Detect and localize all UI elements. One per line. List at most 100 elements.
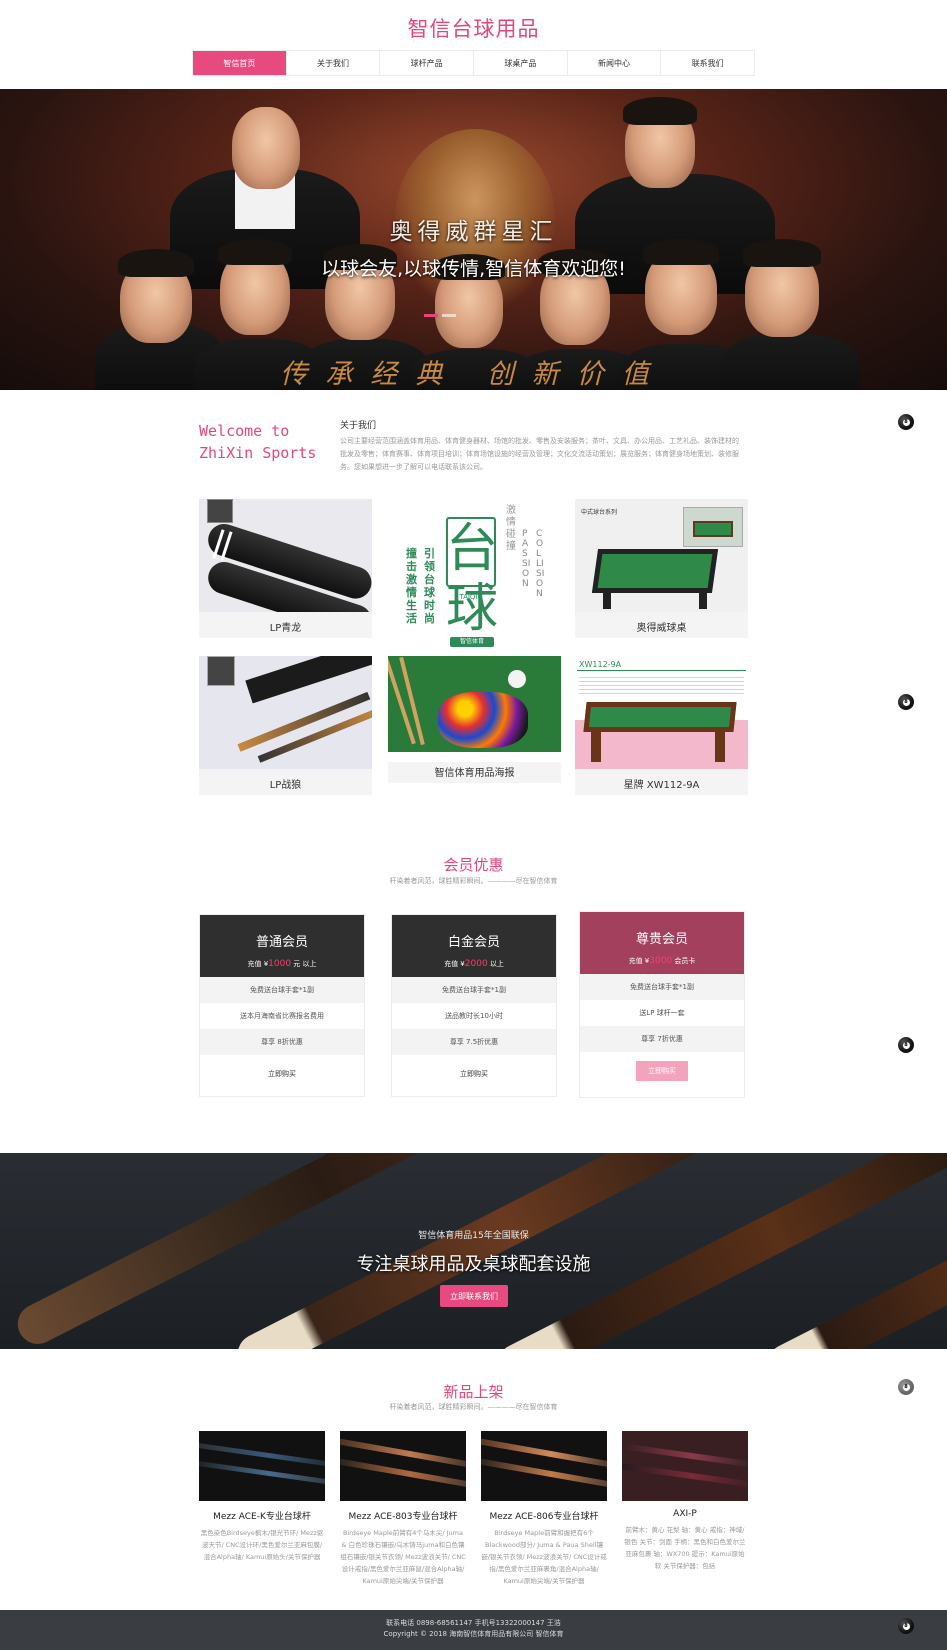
product-card[interactable]: 中式球台系列 奥得威球桌 [575, 499, 748, 638]
poster-en1: PASSION [522, 529, 531, 589]
product-card[interactable]: LP战狼 [199, 656, 372, 795]
new-product-card[interactable]: Mezz ACE-K专业台球杆 黑色染色Birdseye枫木/银光节环/ Mez… [199, 1431, 325, 1563]
new-product-card[interactable]: AXI-P 前臂木：黄心 花梨 轴：黄心 戒指：神域/ 银色 关节：剑面 手柄：… [622, 1431, 748, 1572]
new-product-card[interactable]: Mezz ACE-806专业台球杆 Birdseye Maple前臂和握把有6个… [481, 1431, 607, 1587]
table-label: 中式球台系列 [581, 509, 618, 516]
product-card[interactable]: XW112-9A 星牌 XW112-9A [575, 656, 748, 795]
buy-button[interactable]: 立即购买 [580, 1052, 744, 1090]
product-desc: 黑色染色Birdseye枫木/银光节环/ Mezz驱波天节/ CNC设计环/黑色… [200, 1529, 324, 1561]
product-card[interactable]: 台球 TAIQIU 撞击激情生活 引领台球时尚 激情碰撞 PASSION COL… [388, 499, 561, 647]
banner-title: 专注桌球用品及桌球配套设施 [356, 1254, 591, 1275]
member-card: 普通会员 充值 ¥1000 元 以上 免费送台球手套*1副 送本月海南省比赛报名… [199, 914, 365, 1097]
product-image: 中式球台系列 [575, 499, 748, 612]
footer-contact: 联系电话 0898-68561147 手机号13322000147 王浩 [386, 1619, 561, 1627]
product-card[interactable]: LP青龙 [199, 499, 372, 638]
banner-subtitle: 智信体育用品15年全国联保 [418, 1231, 529, 1241]
member-card: 尊贵会员 充值 ¥3000 会员卡 免费送台球手套*1副 送LP 球杆一套 尊享… [579, 911, 745, 1098]
player-hair [623, 97, 697, 125]
contact-us-button[interactable]: 立即联系我们 [440, 1285, 508, 1307]
poster-image: 台球 TAIQIU 撞击激情生活 引领台球时尚 激情碰撞 PASSION COL… [388, 499, 561, 647]
card-benefit: 送LP 球杆一套 [639, 1009, 685, 1017]
product-desc: 前臂木：黄心 花梨 轴：黄心 戒指：神域/ 银色 关节：剑面 手柄：黑色和白色爱… [624, 1526, 746, 1570]
about-text: 公司主要经营范围涵盖体育用品、体育健身器材、场馆的批发、零售及安装服务；茶叶、文… [340, 437, 739, 471]
hero-subtitle: 以球会友,以球传情,智信体育欢迎您! [321, 258, 626, 280]
card-benefit: 尊享 8折优惠 [200, 1029, 364, 1055]
poster-col1: 撞击激情生活 [406, 547, 417, 625]
product-desc: Birdseye Maple前臂有4个乌木尖/ Juma & 白色珍珠石镶嵌/乌… [340, 1529, 466, 1585]
nav-cues[interactable]: 球杆产品 [380, 51, 475, 75]
card-benefit: 免费送台球手套*1副 [580, 974, 744, 1000]
eight-ball-icon[interactable]: 8 [898, 1618, 914, 1634]
slider-dot[interactable] [424, 314, 438, 317]
poster-cn-right: 激情碰撞 [506, 505, 516, 552]
card-benefit: 尊享 7折优惠 [580, 1026, 744, 1052]
product-image [481, 1431, 607, 1501]
product-image [340, 1431, 466, 1501]
member-title: 会员优惠 [443, 856, 504, 874]
card-header: 普通会员 充值 ¥1000 元 以上 [200, 915, 364, 977]
poster-badge: 智信体育 [450, 637, 494, 647]
nav-home[interactable]: 智信首页 [193, 51, 287, 75]
product-image [199, 1431, 325, 1501]
member-subtitle: 杆染着者风范，球胜精彩瞬间。————尽在智信体育 [389, 877, 558, 885]
product-card[interactable]: 智信体育用品海报 [388, 656, 561, 783]
card-price: 充值 ¥3000 会员卡 [628, 956, 696, 966]
welcome-heading: Welcome to ZhiXin Sports [199, 422, 317, 462]
poster-pinyin: TAIQIU [459, 593, 483, 601]
product-name[interactable]: Mezz ACE-806专业台球杆 [481, 1509, 607, 1522]
hero-slogan: 传承经典 创新价值 [280, 359, 667, 390]
member-card: 白金会员 充值 ¥2000 以上 免费送台球手套*1副 送品教时长10小时 尊享… [391, 914, 557, 1097]
card-benefit: 送本月海南省比赛报名费用 [240, 1012, 324, 1020]
product-caption[interactable]: LP青龙 [199, 619, 372, 634]
product-caption[interactable]: 星牌 XW112-9A [575, 776, 748, 791]
product-image: XW112-9A [575, 656, 748, 769]
product-name[interactable]: Mezz ACE-K专业台球杆 [199, 1509, 325, 1522]
slider-dot[interactable] [442, 314, 456, 317]
about-heading[interactable]: 关于我们 [340, 418, 376, 431]
footer: 联系电话 0898-68561147 手机号13322000147 王浩 Cop… [0, 1610, 947, 1650]
xw-tag: XW112-9A [579, 660, 622, 669]
footer-copyright: Copyright © 2018 海南智信体育用品有限公司 智信体育 [383, 1630, 564, 1638]
nav-tables[interactable]: 球桌产品 [474, 51, 568, 75]
card-benefit: 免费送台球手套*1副 [392, 977, 556, 1003]
card-name: 普通会员 [255, 935, 308, 950]
card-name: 白金会员 [447, 935, 500, 950]
card-price: 充值 ¥2000 以上 [444, 959, 504, 969]
product-caption[interactable]: 智信体育用品海报 [388, 764, 561, 779]
card-header: 尊贵会员 充值 ¥3000 会员卡 [580, 912, 744, 974]
hero-title: 奥得威群星汇 [389, 219, 558, 245]
product-image [199, 499, 372, 612]
product-desc: Birdseye Maple前臂和握把有6个Blackwood部分/ Juma … [481, 1529, 607, 1585]
card-benefit: 送品教时长10小时 [445, 1012, 503, 1020]
new-product-card[interactable]: Mezz ACE-803专业台球杆 Birdseye Maple前臂有4个乌木尖… [340, 1431, 466, 1587]
buy-button[interactable]: 立即购买 [392, 1055, 556, 1093]
card-benefit: 尊享 7.5折优惠 [392, 1029, 556, 1055]
product-name[interactable]: Mezz ACE-803专业台球杆 [340, 1509, 466, 1522]
eight-ball-icon[interactable]: 8 [898, 414, 914, 430]
buy-button[interactable]: 立即购买 [200, 1055, 364, 1093]
product-image [388, 656, 561, 762]
card-benefit: 免费送台球手套*1副 [200, 977, 364, 1003]
new-products-subtitle: 杆染着者风范，球胜精彩瞬间。————尽在智信体育 [389, 1403, 558, 1411]
product-caption[interactable]: LP战狼 [199, 776, 372, 791]
new-products-title: 新品上架 [443, 1383, 504, 1401]
card-name: 尊贵会员 [635, 932, 688, 947]
eight-ball-icon[interactable]: 8 [898, 1037, 914, 1053]
nav-news[interactable]: 新闻中心 [567, 51, 662, 75]
card-price: 充值 ¥1000 元 以上 [247, 959, 317, 969]
poster-en2: COLLISION [536, 529, 545, 599]
player-face [232, 107, 300, 189]
site-title[interactable]: 智信台球用品 [0, 13, 947, 43]
nav-contact[interactable]: 联系我们 [661, 51, 755, 75]
poster-big: 台球 [446, 519, 499, 639]
product-image [199, 656, 372, 769]
product-name[interactable]: AXI-P [622, 1509, 748, 1519]
eight-ball-icon[interactable]: 8 [898, 694, 914, 710]
product-image [622, 1431, 748, 1501]
nav-about[interactable]: 关于我们 [286, 51, 381, 75]
poster-col2: 引领台球时尚 [424, 547, 435, 625]
main-nav: 智信首页 关于我们 球杆产品 球桌产品 新闻中心 联系我们 [192, 50, 755, 76]
card-header: 白金会员 充值 ¥2000 以上 [392, 915, 556, 977]
product-caption[interactable]: 奥得威球桌 [575, 619, 748, 634]
slider-dots[interactable] [424, 302, 464, 317]
